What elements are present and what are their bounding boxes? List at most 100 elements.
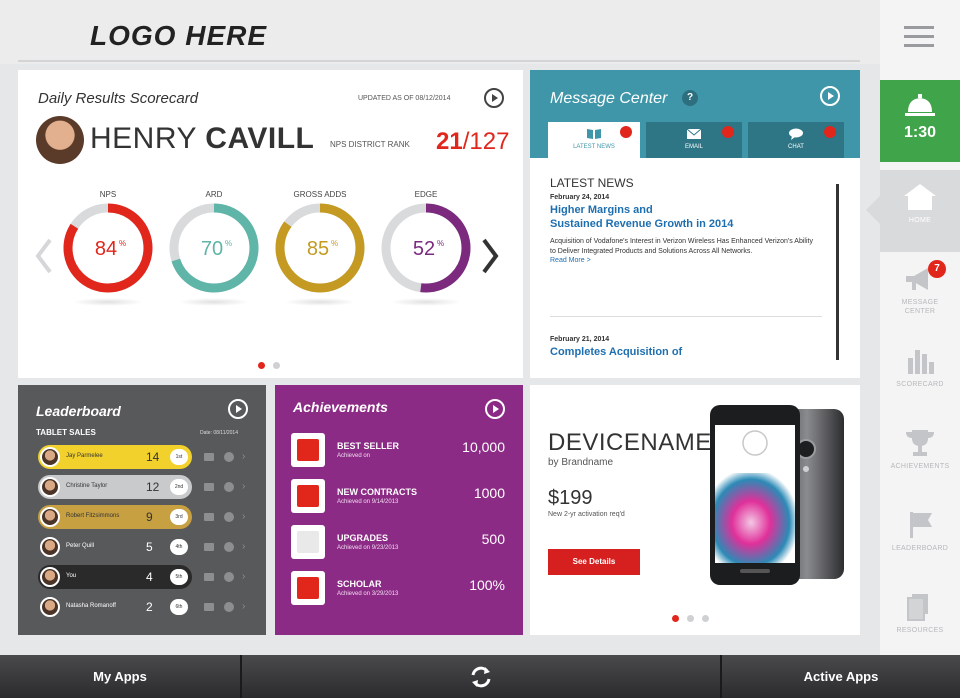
achievement-row[interactable]: NEW CONTRACTS Achieved on 9/14/2013 1000 [291,479,505,515]
leaderboard-actions: › [204,451,264,463]
like-icon[interactable] [224,542,234,552]
leaderboard-name: You [66,573,77,579]
scorecard-open-icon[interactable] [484,88,504,108]
chevron-right-icon[interactable]: › [242,451,245,462]
like-icon[interactable] [224,572,234,582]
read-more-link[interactable]: Read More > [550,257,820,264]
sidebar-item-message-center[interactable]: 7 MESSAGE CENTER [880,252,960,334]
message-icon[interactable] [204,483,214,491]
achievement-value: 100% [469,577,505,593]
achievement-row[interactable]: UPGRADES Achieved on 9/23/2013 500 [291,525,505,561]
message-icon[interactable] [204,543,214,551]
gauge-unit: % [225,239,232,248]
like-icon[interactable] [224,602,234,612]
message-icon[interactable] [204,513,214,521]
leaderboard-row[interactable]: Robert Fitzsimmons 9 3rd › [38,505,266,529]
scorecard-pager [258,362,280,369]
bar-chart-icon [908,350,934,374]
like-icon[interactable] [224,512,234,522]
pager-dot[interactable] [273,362,280,369]
message-icon[interactable] [204,573,214,581]
leaderboard-row[interactable]: Christine Taylor 12 2nd › [38,475,266,499]
sidebar-item-achievements[interactable]: ACHIEVEMENTS [880,416,960,498]
tab-chat[interactable]: CHAT [748,122,844,158]
sidebar-item-resources[interactable]: RESOURCES [880,580,960,662]
avatar [40,507,60,527]
news-title[interactable]: Completes Acquisition of [550,345,820,359]
device-price-note: New 2-yr activation req'd [548,511,625,518]
like-icon[interactable] [224,482,234,492]
pager-dot[interactable] [258,362,265,369]
gauge-ring: 84% [63,203,153,293]
gauge-edge[interactable]: EDGE 52% [380,190,472,306]
tab-email[interactable]: EMAIL [646,122,742,158]
my-apps-button[interactable]: My Apps [0,655,240,698]
chevron-right-icon[interactable]: › [242,511,245,522]
leaderboard-pill: Peter Quill 5 4th [38,535,192,559]
leaderboard-pill: Christine Taylor 12 2nd [38,475,192,499]
leaderboard-name: Peter Quill [66,543,95,549]
gauge-label: GROSS ADDS [293,190,347,199]
sidebar-item-leaderboard[interactable]: LEADERBOARD [880,498,960,580]
pager-dot[interactable] [702,615,709,622]
gauge-shadow [390,298,462,306]
leaderboard-name: Jay Parmelee [66,453,103,459]
tab-latest-news[interactable]: LATEST NEWS [548,122,640,158]
achievement-date: Achieved on [337,453,371,459]
leaderboard-actions: › [204,601,264,613]
tab-badge [620,126,632,138]
achievement-value: 1000 [473,485,505,501]
sidebar-item-label: SCORECARD [896,381,944,388]
news-scrollbar[interactable] [836,184,839,360]
sidebar-item-home[interactable]: HOME [880,170,960,252]
leaderboard-open-icon[interactable] [228,399,248,419]
news-item[interactable]: February 21, 2014 Completes Acquisition … [550,336,820,359]
message-center-open-icon[interactable] [820,86,840,106]
leaderboard-row[interactable]: Natasha Romanoff 2 6th › [38,595,266,619]
timer-button[interactable]: 1:30 [880,80,960,162]
rank-total: /127 [462,128,510,155]
see-details-button[interactable]: See Details [548,549,640,575]
news-title[interactable]: Higher Margins and Sustained Revenue Grow… [550,203,820,231]
news-item[interactable]: February 24, 2014 Higher Margins and Sust… [550,194,820,264]
home-icon [904,184,936,210]
gauge-row: NPS 84% ARD 70% GROSS ADDS 85% EDGE 52% [18,190,523,330]
chevron-right-icon[interactable]: › [242,481,245,492]
envelope-icon [686,128,702,139]
sidebar-item-scorecard[interactable]: SCORECARD [880,334,960,416]
achievements-open-icon[interactable] [485,399,505,419]
gauge-nps[interactable]: NPS 84% [62,190,154,306]
achievement-row[interactable]: BEST SELLER Achieved on 10,000 [291,433,505,469]
like-icon[interactable] [224,452,234,462]
hamburger-menu-icon[interactable] [904,26,936,48]
gauge-ard[interactable]: ARD 70% [168,190,260,306]
chevron-right-icon[interactable] [480,238,500,274]
leaderboard-rank-tag: 4th [170,539,188,555]
chevron-left-icon[interactable] [34,238,54,274]
news-date: February 21, 2014 [550,336,610,343]
refresh-button[interactable] [242,655,720,698]
rank-label: NPS DISTRICT RANK [330,140,410,149]
achievement-date: Achieved on 3/29/2013 [337,591,399,597]
chevron-right-icon[interactable]: › [242,571,245,582]
tab-label: EMAIL [684,144,703,150]
gauge-gross-adds[interactable]: GROSS ADDS 85% [274,190,366,306]
chevron-right-icon[interactable]: › [242,601,245,612]
pager-dot[interactable] [672,615,679,622]
achievement-row[interactable]: SCHOLAR Achieved on 3/29/2013 100% [291,571,505,607]
gauge-shadow [178,298,250,306]
leaderboard-row[interactable]: You 4 5th › [38,565,266,589]
gauge-ring: 85% [275,203,365,293]
gauge-ring: 52% [381,203,471,293]
message-icon[interactable] [204,453,214,461]
chevron-right-icon[interactable]: › [242,541,245,552]
active-apps-button[interactable]: Active Apps [722,655,960,698]
message-icon[interactable] [204,603,214,611]
leaderboard-rank-tag: 3rd [170,509,188,525]
leaderboard-row[interactable]: Peter Quill 5 4th › [38,535,266,559]
help-icon[interactable]: ? [682,90,698,106]
leaderboard-value: 4 [146,570,153,584]
leaderboard-rank-tag: 1st [170,449,188,465]
pager-dot[interactable] [687,615,694,622]
leaderboard-row[interactable]: Jay Parmelee 14 1st › [38,445,266,469]
